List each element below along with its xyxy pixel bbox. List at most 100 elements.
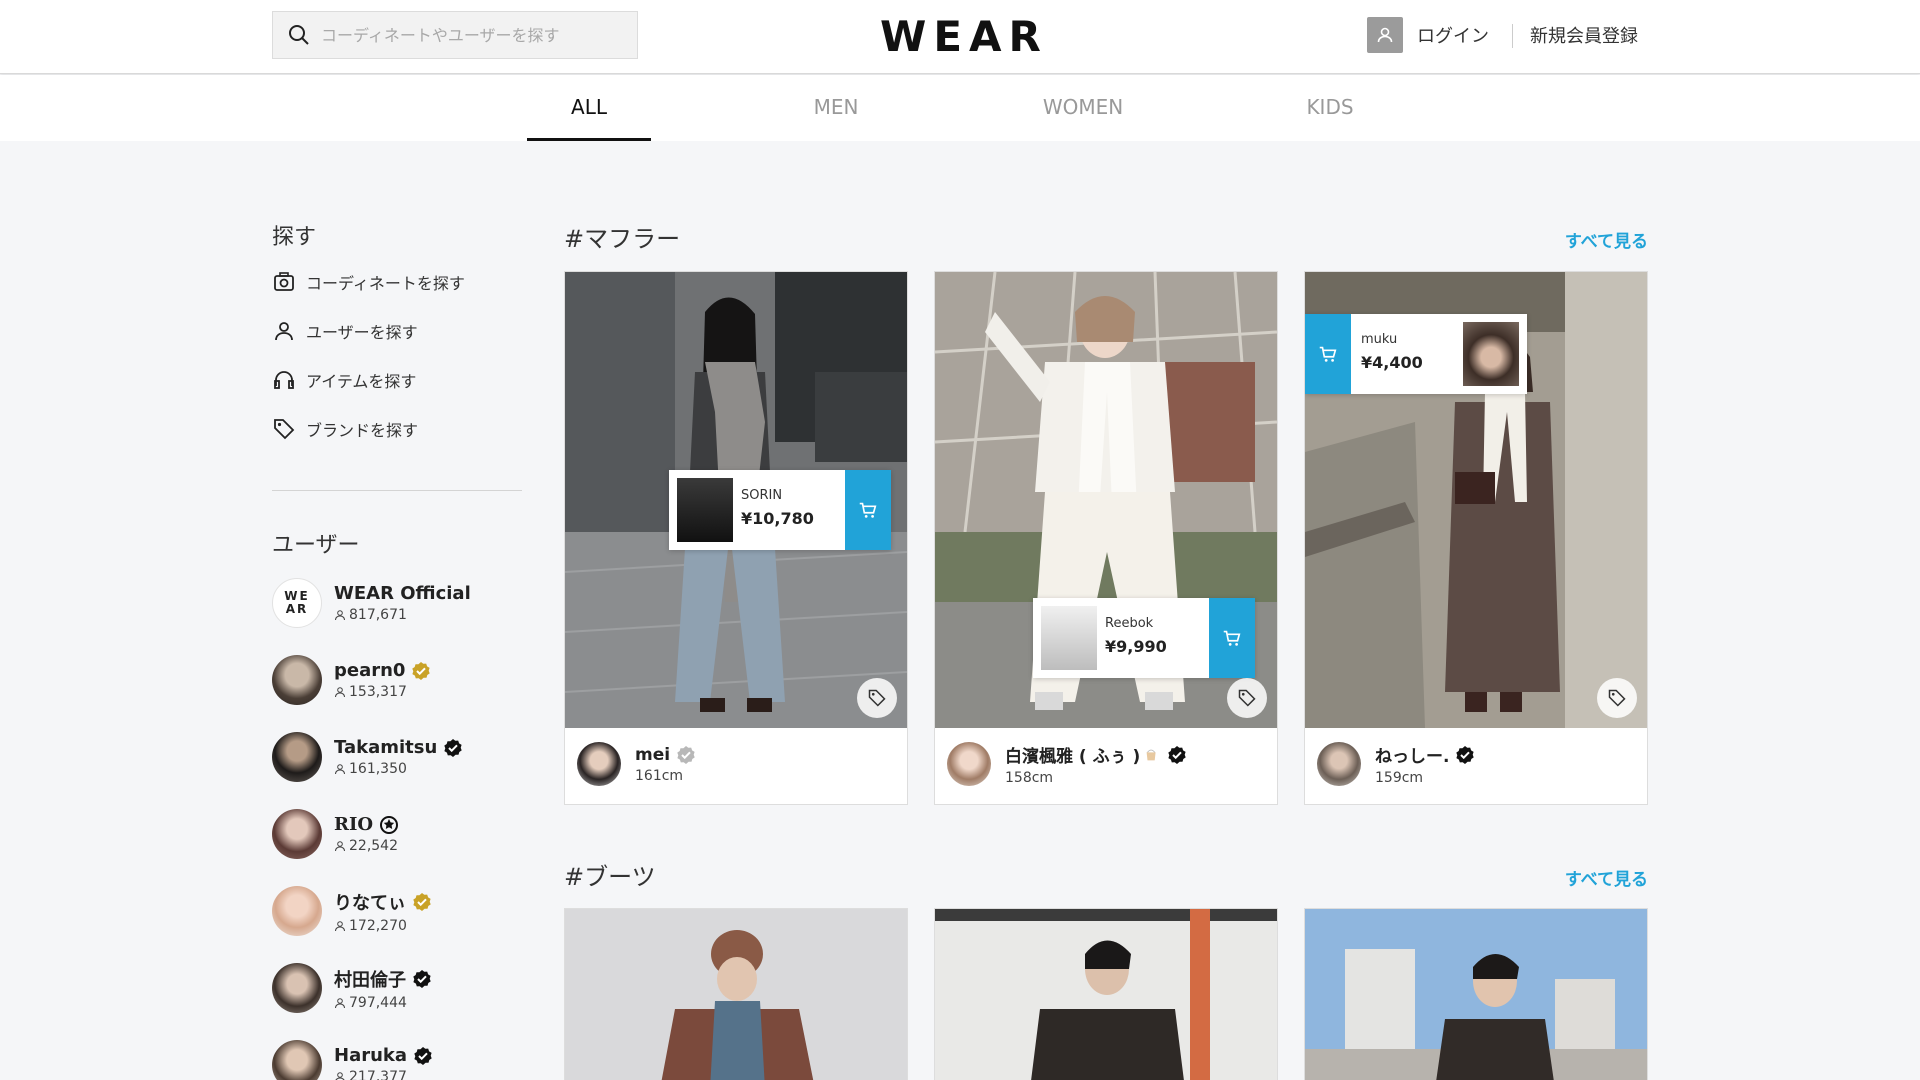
item-popup[interactable]: muku ¥4,400 [1305,314,1527,394]
user-name: pearn0 [334,660,406,681]
item-tag-button[interactable] [1597,678,1637,718]
sidebar-user-rio[interactable]: RIO 22,542 [272,809,399,859]
user-height: 161cm [635,767,684,784]
user-name: WEAR Official [334,583,471,604]
avatar [272,809,322,859]
follower-icon [335,1072,345,1080]
sidebar-user-wear-official[interactable]: WE AR WEAR Official 817,671 [272,578,471,628]
item-price: ¥10,780 [741,509,814,528]
cart-icon [859,502,877,518]
coordinate-photo[interactable] [935,909,1277,1080]
item-tag-button[interactable] [857,678,897,718]
sidebar-divider [272,490,522,491]
card-user[interactable]: ねっしー. 159cm [1317,742,1475,786]
nav-label: ユーザーを探す [306,323,418,342]
follower-icon [335,920,345,931]
sidebar-user-takamitsu[interactable]: Takamitsu 161,350 [272,732,463,782]
follower-count: 161,350 [349,761,407,777]
user-name: 白濱楓雅 ( ふぅ ) [1005,747,1141,767]
follower-icon [335,764,345,775]
coordinate-card[interactable] [564,908,908,1080]
cart-icon [1223,630,1241,646]
card-user[interactable]: mei 161cm [577,742,696,786]
sidebar-user-rinati[interactable]: りなてぃ 172,270 [272,886,432,936]
nav-search-user[interactable]: ユーザーを探す [272,319,418,343]
header: WEAR ログイン 新規会員登録 [0,0,1920,74]
avatar [577,742,621,786]
add-to-cart-button[interactable] [845,470,891,550]
user-height: 158cm [1005,770,1054,786]
sidebar-users-title: ユーザー [272,533,360,558]
nav-search-brand[interactable]: ブランドを探す [272,417,418,441]
tag-icon [1238,689,1256,707]
sidebar-user-haruka[interactable]: Haruka 217,377 [272,1040,433,1080]
nav-label: ブランドを探す [306,421,419,440]
nav-search-coordinate[interactable]: コーディネートを探す [272,270,465,294]
follower-icon [335,841,345,852]
photo-scene [935,909,1277,1080]
follower-count: 817,671 [349,607,407,623]
verified-badge-icon [413,892,431,911]
card-user[interactable]: 白濱楓雅 ( ふぅ ) 158cm [947,742,1187,786]
item-thumbnail [1463,322,1519,386]
tag-icon [1608,689,1626,707]
user-name: Haruka [334,1045,408,1066]
login-link[interactable]: ログイン [1367,17,1489,53]
item-thumbnail [1041,606,1097,670]
tab-kids[interactable]: KIDS [1268,75,1392,141]
avatar [1317,742,1361,786]
avatar [272,732,322,782]
add-to-cart-button[interactable] [1305,314,1351,394]
sidebar-user-murata[interactable]: 村田倫子 797,444 [272,963,432,1013]
coordinate-card[interactable] [934,908,1278,1080]
search-input[interactable] [321,25,621,45]
item-tag-button[interactable] [1227,678,1267,718]
coordinate-card[interactable]: muku ¥4,400 ねっしー. 159cm [1304,271,1648,805]
photo-scene [565,909,907,1080]
user-icon [1367,17,1403,53]
cup-icon [1146,749,1156,760]
tab-women[interactable]: WOMEN [1021,75,1145,141]
coordinate-photo[interactable]: muku ¥4,400 [1305,272,1647,728]
user-name: りなてぃ [334,892,406,914]
verified-badge-icon [414,1046,432,1065]
verified-badge-icon [677,745,695,764]
follower-count: 153,317 [349,684,407,700]
camera-icon [274,272,294,291]
verified-badge-icon [412,661,431,680]
tab-men[interactable]: MEN [774,75,898,141]
item-popup[interactable]: Reebok ¥9,990 [1033,598,1255,678]
nav-search-item[interactable]: アイテムを探す [272,368,416,392]
verified-badge-icon [1456,745,1475,764]
tag-icon [868,689,886,707]
coordinate-photo[interactable]: Reebok ¥9,990 [935,272,1277,728]
tab-all[interactable]: ALL [527,75,651,141]
coordinate-card[interactable] [1304,908,1648,1080]
coordinate-card[interactable]: SORIN ¥10,780 mei 161cm [564,271,908,805]
verified-badge-icon [444,738,462,757]
item-brand: Reebok [1105,616,1154,631]
wear-logo[interactable]: WEAR [880,12,1041,61]
avatar [272,886,322,936]
follower-count: 22,542 [349,838,398,854]
sidebar-user-pearn0[interactable]: pearn0 153,317 [272,655,431,705]
item-brand: SORIN [741,488,783,503]
photo-scene [1305,909,1647,1080]
verified-badge-icon [1168,745,1186,764]
register-link[interactable]: 新規会員登録 [1530,22,1638,48]
coordinate-photo[interactable] [565,909,907,1080]
coordinate-photo[interactable] [1305,909,1647,1080]
header-divider [1512,24,1513,48]
see-all-link[interactable]: すべて見る [1558,865,1648,890]
user-name: mei [635,744,671,765]
search-box[interactable] [272,11,638,59]
nav-label: アイテムを探す [306,372,417,391]
item-popup[interactable]: SORIN ¥10,780 [669,470,891,550]
see-all-link[interactable]: すべて見る [1558,227,1648,252]
search-icon [289,25,309,45]
coordinate-photo[interactable]: SORIN ¥10,780 [565,272,907,728]
avatar [272,655,322,705]
login-label: ログイン [1417,26,1489,47]
add-to-cart-button[interactable] [1209,598,1255,678]
coordinate-card[interactable]: Reebok ¥9,990 白濱楓雅 ( ふぅ ) 158cm [934,271,1278,805]
